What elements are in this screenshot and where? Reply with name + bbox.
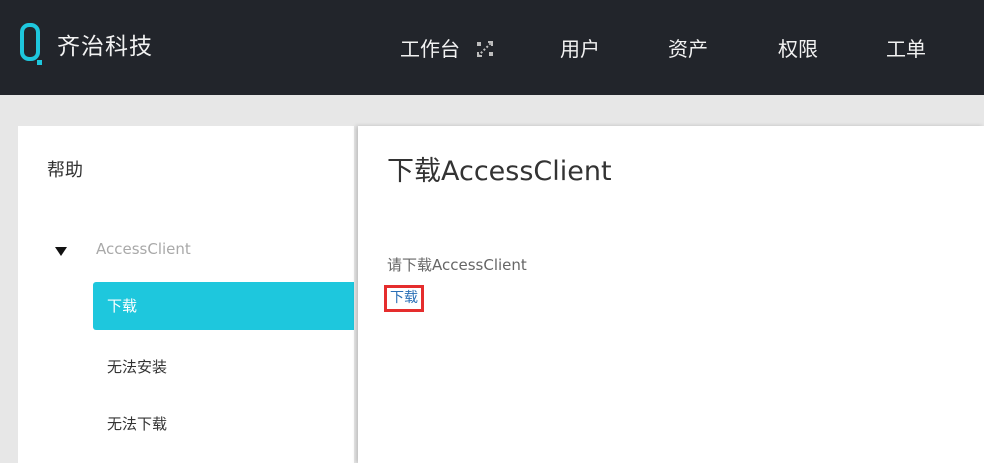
nav-users[interactable]: 用户: [560, 36, 600, 62]
sidebar-item-cannot-download[interactable]: 无法下载: [93, 400, 354, 448]
main-content: 下载AccessClient 请下载AccessClient 下载: [358, 126, 984, 463]
sidebar-item-label: 下载: [107, 297, 138, 315]
help-sidebar: 帮助 AccessClient 下载 无法安装 无法下载: [18, 126, 354, 463]
sidebar-item-label: 无法安装: [107, 358, 168, 376]
nav-workbench[interactable]: 工作台: [400, 36, 495, 62]
tree-group-accessclient[interactable]: AccessClient: [96, 239, 191, 259]
nav-permissions[interactable]: 权限: [778, 36, 818, 62]
sidebar-item-label: 无法下载: [107, 415, 168, 433]
page-title: 下载AccessClient: [387, 156, 612, 187]
nav-workbench-label: 工作台: [400, 37, 460, 61]
top-navigation-bar: 齐治科技 工作台 用户 资产 权限 工单: [0, 0, 984, 95]
sidebar-item-download[interactable]: 下载: [93, 282, 354, 330]
nav-tickets[interactable]: 工单: [886, 36, 926, 62]
brand-name: 齐治科技: [57, 34, 153, 60]
page: 齐治科技 工作台 用户 资产 权限 工单 帮助 AccessClient 下载 …: [0, 0, 984, 463]
sidebar-item-cannot-install[interactable]: 无法安装: [93, 343, 354, 391]
logo-q-icon: [20, 23, 42, 65]
download-link[interactable]: 下载: [384, 285, 424, 312]
download-instructions: 请下载AccessClient: [387, 256, 527, 274]
expand-arrows-icon[interactable]: [475, 39, 495, 59]
sidebar-title: 帮助: [47, 160, 83, 181]
caret-down-icon[interactable]: [55, 247, 67, 257]
nav-assets[interactable]: 资产: [668, 36, 708, 62]
